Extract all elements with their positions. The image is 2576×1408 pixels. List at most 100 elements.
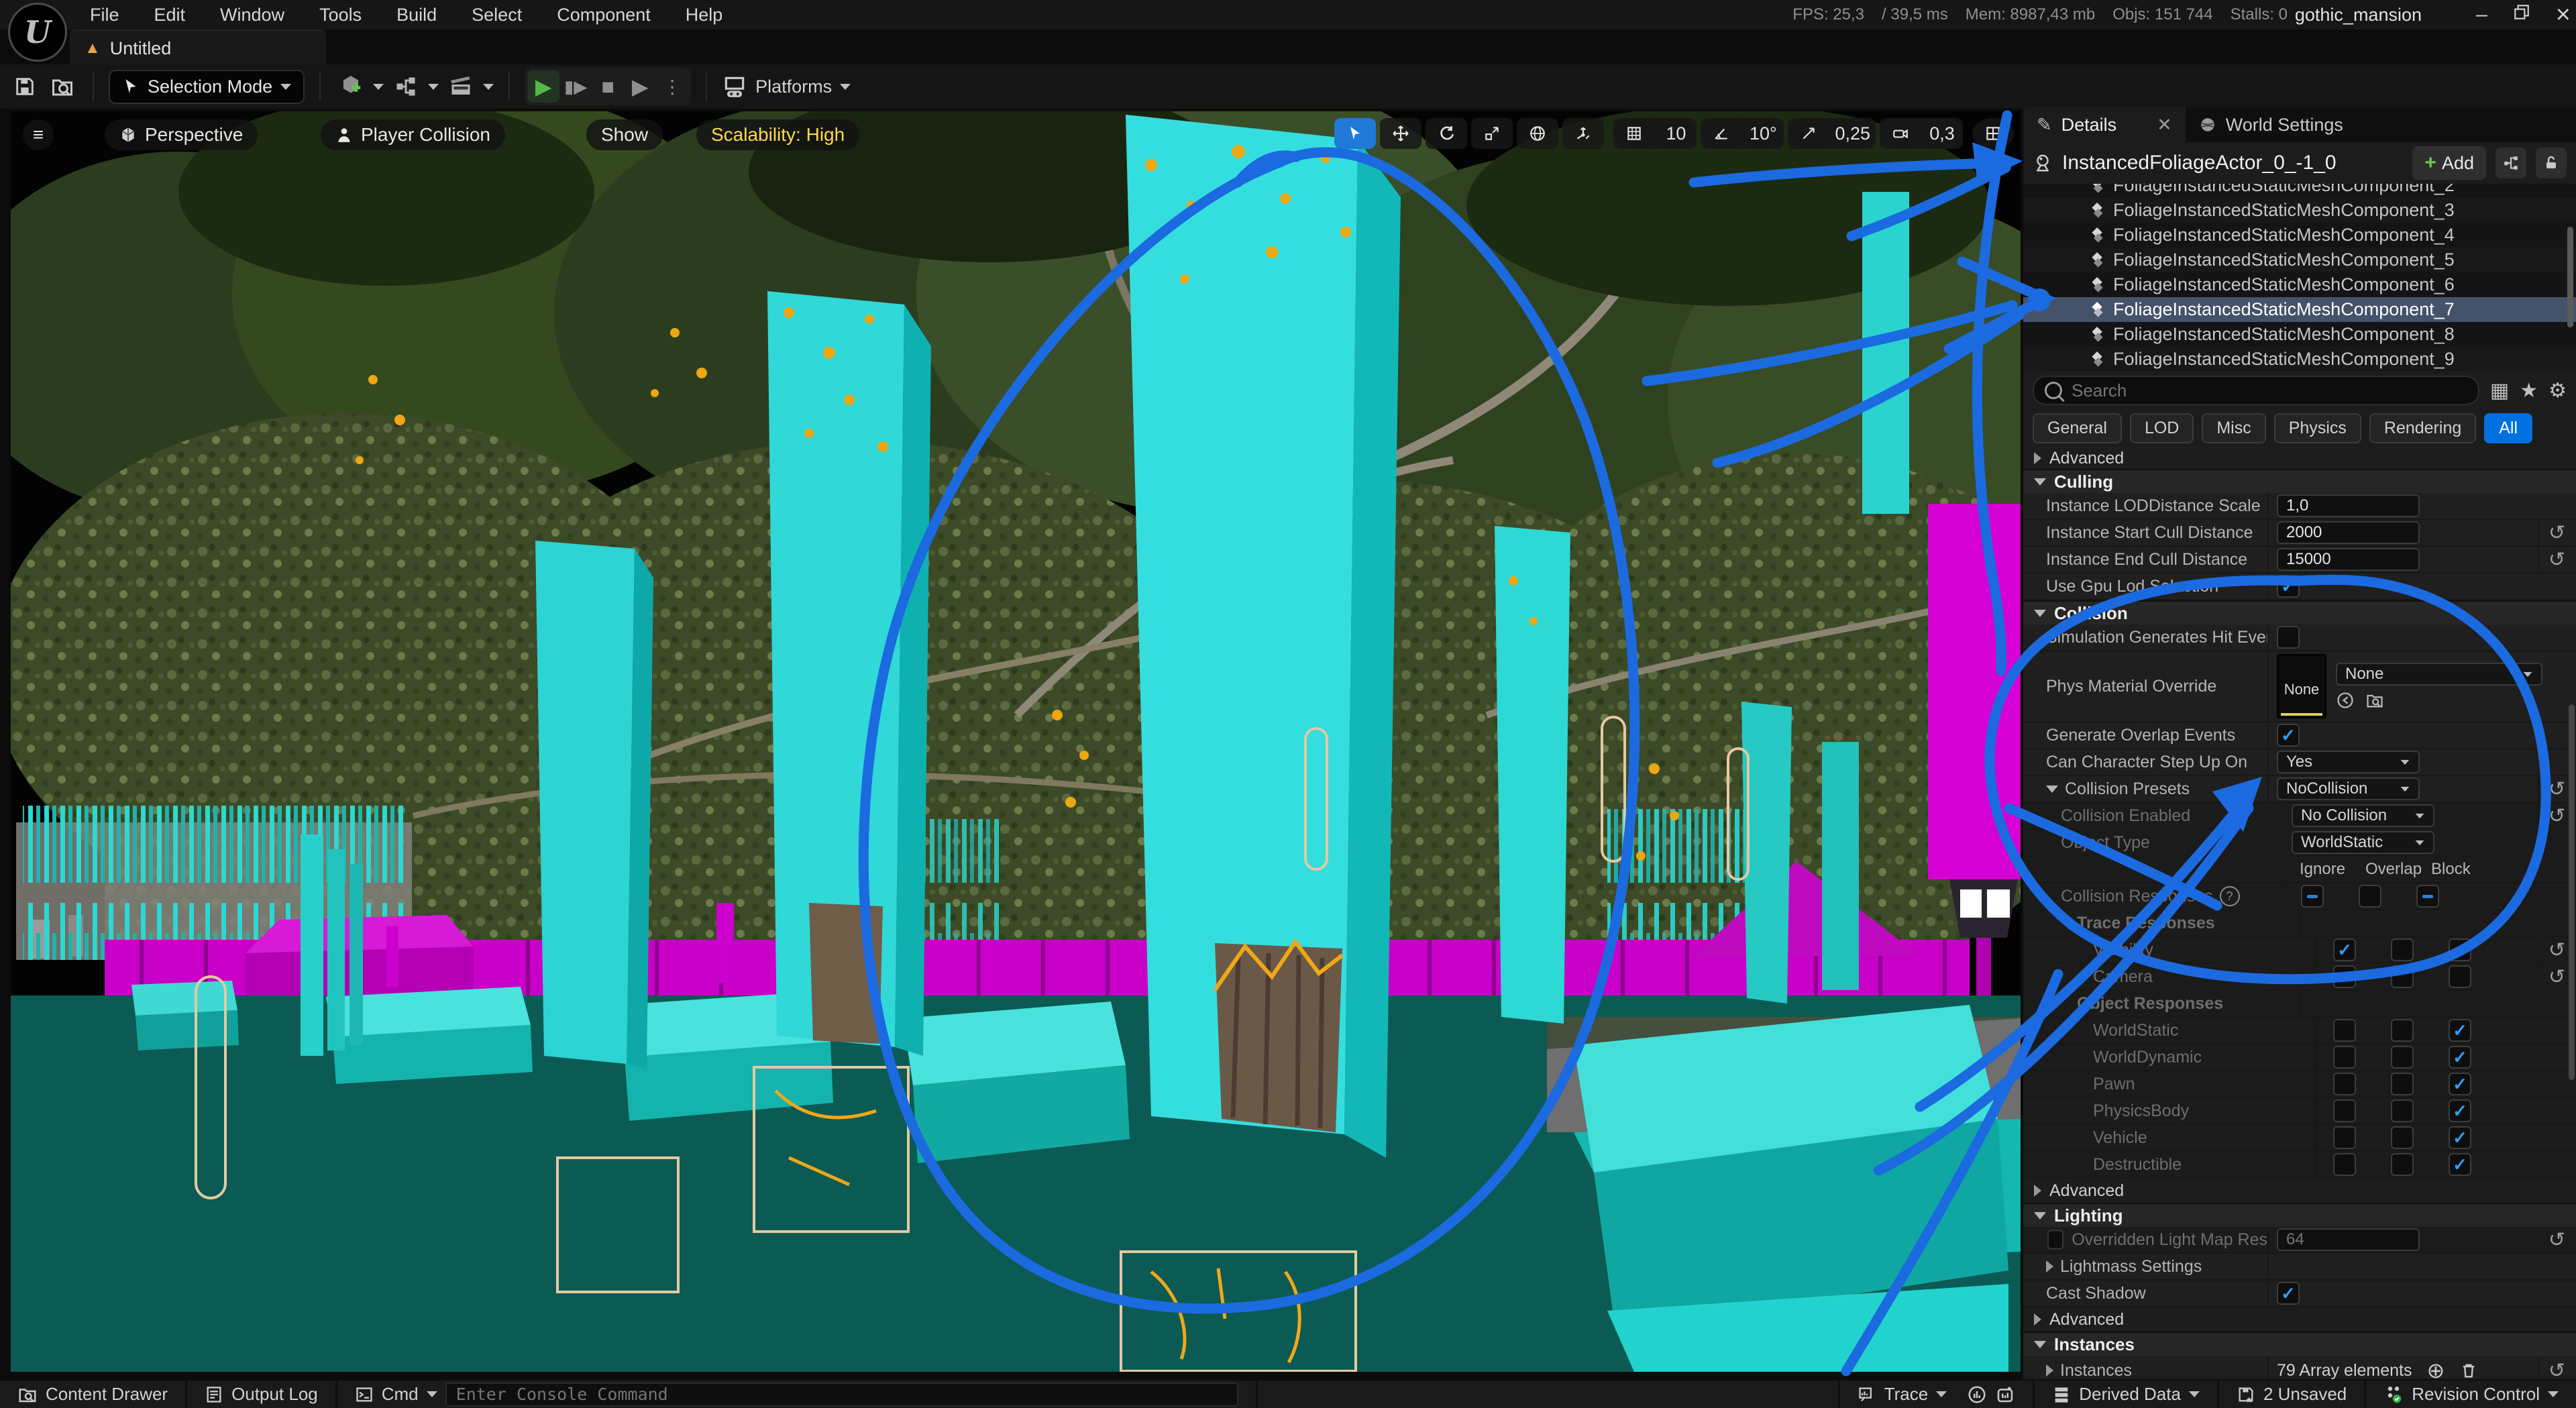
console-command-input[interactable] [445,1383,1238,1407]
show-dropdown[interactable]: Show [586,119,663,150]
phys-material-dropdown[interactable]: None [2336,663,2542,686]
select-tool-button[interactable] [1334,118,1376,149]
filter-general[interactable]: General [2033,413,2122,443]
delete-elements-icon[interactable] [2459,1361,2478,1379]
close-icon[interactable]: ✕ [2157,115,2172,136]
vehicle-overlap-checkbox[interactable] [2391,1126,2414,1149]
play-button[interactable]: ▶ [527,70,559,103]
phys-material-thumbnail[interactable]: None [2277,654,2326,718]
component-item-selected[interactable]: FoliageInstancedStaticMeshComponent_7 [2023,297,2576,322]
details-scrollbar[interactable] [2569,704,2575,1080]
filter-all[interactable]: All [2484,413,2532,443]
visibility-block-checkbox[interactable] [2449,938,2471,961]
camera-ignore-checkbox[interactable] [2333,965,2356,988]
lightmap-override-checkbox[interactable] [2047,1230,2063,1250]
revert-icon[interactable]: ↺ [2538,776,2565,802]
chevron-down-icon[interactable] [427,1391,437,1397]
destructible-ignore-checkbox[interactable] [2333,1153,2356,1176]
move-tool-button[interactable] [1380,118,1421,149]
rotation-snap-toggle[interactable] [1701,118,1742,149]
destructible-overlap-checkbox[interactable] [2391,1153,2414,1176]
advanced-section-lighting[interactable]: Advanced [2023,1307,2576,1332]
pawn-block-checkbox[interactable] [2449,1073,2471,1095]
menu-build[interactable]: Build [382,1,451,30]
vehicle-block-checkbox[interactable] [2449,1126,2471,1149]
advanced-section-collision[interactable]: Advanced [2023,1179,2576,1203]
revert-icon[interactable]: ↺ [2538,964,2565,989]
revert-icon[interactable]: ↺ [2538,803,2565,828]
revert-icon[interactable]: ↺ [2538,547,2565,572]
object-type-dropdown[interactable]: WorldStatic [2292,831,2434,854]
tab-details[interactable]: ✎ Details ✕ [2023,107,2186,142]
menu-component[interactable]: Component [542,1,665,30]
content-drawer-button[interactable]: Content Drawer [0,1380,187,1408]
menu-select[interactable]: Select [457,1,537,30]
component-item[interactable]: FoliageInstancedStaticMeshComponent_4 [2023,223,2576,248]
chevron-down-icon[interactable] [483,84,494,90]
revert-icon[interactable]: ↺ [2538,1227,2565,1252]
lod-scale-input[interactable]: 1,0 [2277,494,2420,517]
camera-block-checkbox[interactable] [2449,965,2471,988]
destructible-block-checkbox[interactable] [2449,1153,2471,1176]
physicsbody-overlap-checkbox[interactable] [2391,1099,2414,1122]
add-component-button[interactable]: + Add [2412,146,2486,180]
menu-edit[interactable]: Edit [140,1,201,30]
transform-gizmo-button[interactable] [1562,118,1604,149]
advanced-section-top[interactable]: Advanced [2023,447,2576,469]
world-space-button[interactable] [1517,118,1558,149]
rotate-tool-button[interactable] [1426,118,1467,149]
perspective-dropdown[interactable]: Perspective [105,119,258,150]
pawn-ignore-checkbox[interactable] [2333,1073,2356,1095]
responses-ignore-checkbox[interactable] [2301,885,2324,908]
chevron-down-icon[interactable] [428,84,439,90]
component-item[interactable]: FoliageInstancedStaticMeshComponent_6 [2023,272,2576,297]
filter-rendering[interactable]: Rendering [2369,413,2476,443]
grid-snap-value[interactable]: 10 [1655,118,1697,149]
output-log-button[interactable]: Output Log [187,1380,337,1408]
derived-data-dropdown[interactable]: Derived Data [2035,1380,2219,1408]
launch-button[interactable]: ▶ [624,70,656,103]
component-item[interactable]: FoliageInstancedStaticMeshComponent_5 [2023,248,2576,272]
maximize-viewport-button[interactable] [1972,118,2014,149]
physicsbody-ignore-checkbox[interactable] [2333,1099,2356,1122]
menu-window[interactable]: Window [205,1,299,30]
close-button[interactable]: × [2556,1,2571,30]
play-options-kebab[interactable]: ⋮ [656,70,688,103]
blueprints-button[interactable] [390,71,421,102]
add-element-icon[interactable]: ⊕ [2427,1358,2445,1379]
grid-snap-toggle[interactable] [1613,118,1655,149]
scalability-warning[interactable]: Scalability: High [696,119,859,150]
viewport-options-menu[interactable]: ≡ [23,119,54,150]
overlap-events-checkbox[interactable] [2277,724,2300,747]
panel-settings-icon[interactable]: ⚙ [2548,379,2567,402]
minimize-button[interactable]: – [2476,3,2487,26]
help-icon[interactable]: ? [2220,886,2240,906]
worlddynamic-overlap-checkbox[interactable] [2391,1046,2414,1069]
gpu-lod-checkbox[interactable] [2277,575,2300,598]
edit-blueprint-button[interactable] [2496,148,2526,178]
scale-snap-value[interactable]: 0,25 [1829,118,1876,149]
tab-world-settings[interactable]: World Settings [2186,107,2357,142]
camera-overlap-checkbox[interactable] [2391,965,2414,988]
search-input[interactable] [2070,380,2453,402]
start-cull-input[interactable]: 2000 [2277,521,2420,544]
platforms-dropdown[interactable]: Platforms [722,74,851,99]
component-item[interactable]: FoliageInstancedStaticMeshComponent_8 [2023,322,2576,347]
cmd-label[interactable]: Cmd [382,1384,419,1405]
filter-misc[interactable]: Misc [2202,413,2265,443]
camera-speed-value[interactable]: 0,3 [1921,118,1963,149]
cinematics-button[interactable] [445,71,476,102]
lightmap-res-input[interactable]: 64 [2277,1228,2420,1251]
section-culling[interactable]: Culling [2023,469,2576,493]
section-collision[interactable]: Collision [2023,600,2576,625]
visibility-overlap-checkbox[interactable] [2391,938,2414,961]
worlddynamic-block-checkbox[interactable] [2449,1046,2471,1069]
source-control-unsaved[interactable]: 2 Unsaved [2219,1380,2366,1408]
vehicle-ignore-checkbox[interactable] [2333,1126,2356,1149]
scale-tool-button[interactable] [1471,118,1513,149]
revert-icon[interactable]: ↺ [2538,520,2565,545]
worldstatic-block-checkbox[interactable] [2449,1019,2471,1042]
step-up-dropdown[interactable]: Yes [2277,751,2420,773]
component-scrollbar[interactable] [2567,227,2573,327]
end-cull-input[interactable]: 15000 [2277,548,2420,571]
